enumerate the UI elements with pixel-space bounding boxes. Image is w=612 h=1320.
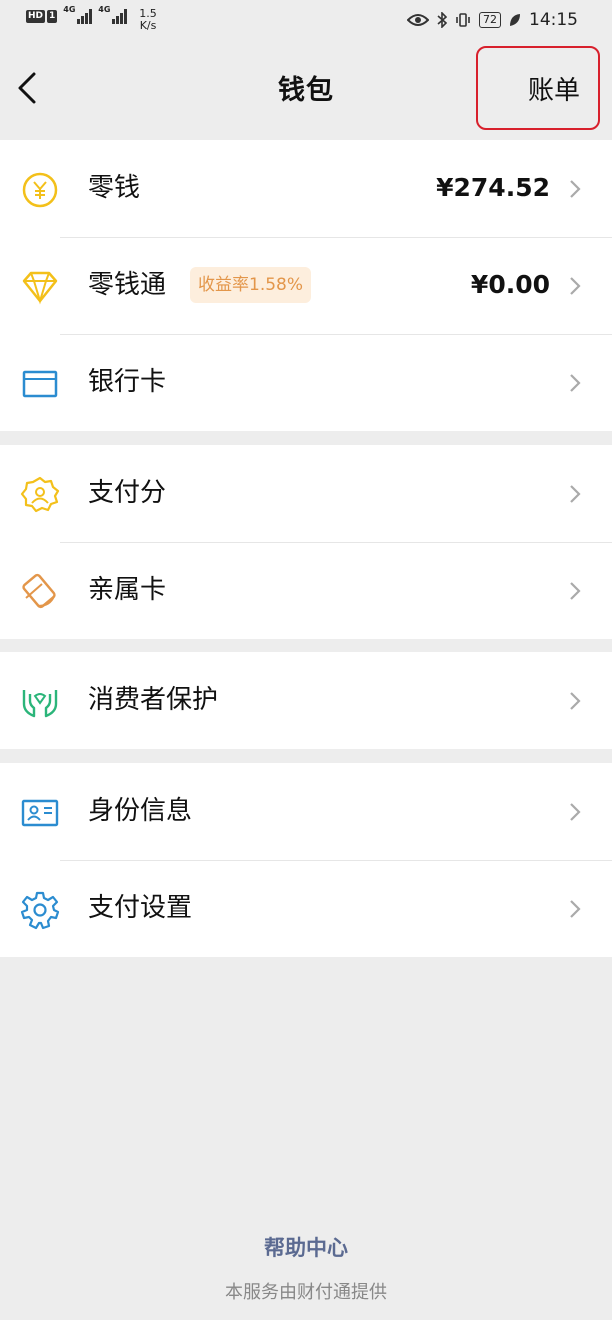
- bluetooth-icon: [437, 12, 447, 28]
- nav-bar: 钱包 账单: [0, 42, 612, 138]
- signal-icon: 4G: [98, 5, 128, 24]
- hd-indicator: HD 1: [26, 10, 58, 23]
- bill-button[interactable]: 账单: [476, 46, 600, 130]
- network-label-2: 4G: [98, 5, 111, 14]
- yuan-coin-icon: [22, 172, 58, 208]
- list-item-change-pass[interactable]: 零钱通 收益率1.58% ¥0.00: [0, 237, 612, 334]
- credit-group: 支付分 亲属卡: [0, 445, 612, 639]
- leaf-icon: [510, 14, 520, 26]
- list-item-consumer-protection[interactable]: 消费者保护: [0, 652, 612, 749]
- balance-group: 零钱 ¥274.52 零钱通 收益率1.58% ¥0.00 银行卡: [0, 140, 612, 431]
- chevron-right-icon: [570, 485, 581, 503]
- list-item-label: 身份信息: [88, 796, 193, 826]
- id-card-icon: [21, 799, 59, 827]
- list-item-label: 零钱通: [88, 270, 167, 300]
- list-item-label: 支付设置: [88, 893, 193, 923]
- list-item-change[interactable]: 零钱 ¥274.52: [0, 140, 612, 237]
- speed-unit: K/s: [139, 19, 157, 32]
- yield-rate-badge: 收益率1.58%: [190, 267, 312, 303]
- chevron-right-icon: [570, 180, 581, 198]
- eye-icon: [407, 14, 429, 26]
- protection-group: 消费者保护: [0, 652, 612, 749]
- list-item-pay-score[interactable]: 支付分: [0, 445, 612, 542]
- family-card-icon: [22, 573, 56, 609]
- pay-score-icon: [20, 476, 60, 513]
- clock: 14:15: [529, 10, 578, 30]
- list-item-payment-settings[interactable]: 支付设置: [0, 860, 612, 957]
- bank-card-icon: [22, 370, 58, 398]
- list-item-bank-card[interactable]: 银行卡: [0, 334, 612, 431]
- vibrate-icon: [456, 13, 470, 27]
- account-group: 身份信息 支付设置: [0, 763, 612, 957]
- list-item-label: 银行卡: [88, 367, 167, 397]
- list-item-identity-info[interactable]: 身份信息: [0, 763, 612, 860]
- settings-gear-icon: [20, 891, 60, 930]
- status-left: HD 1 4G 4G 1.5 K/s: [26, 5, 157, 32]
- chevron-right-icon: [570, 582, 581, 600]
- change-pass-balance: ¥0.00: [470, 270, 550, 299]
- list-item-label: 亲属卡: [88, 575, 167, 605]
- chevron-right-icon: [570, 277, 581, 295]
- chevron-right-icon: [570, 374, 581, 392]
- signal-icon: 4G: [63, 5, 93, 24]
- diamond-icon: [22, 271, 58, 305]
- list-item-label: 支付分: [88, 478, 167, 508]
- change-balance: ¥274.52: [436, 173, 550, 202]
- chevron-right-icon: [570, 900, 581, 918]
- network-speed: 1.5 K/s: [139, 8, 157, 32]
- consumer-protection-icon: [22, 690, 58, 718]
- chevron-right-icon: [570, 803, 581, 821]
- list-item-label: 零钱: [88, 173, 141, 203]
- network-label-1: 4G: [63, 5, 76, 14]
- list-item-label: 消费者保护: [88, 685, 219, 715]
- provider-note: 本服务由财付通提供: [225, 1282, 387, 1303]
- battery-icon: 72: [479, 12, 501, 28]
- status-bar: HD 1 4G 4G 1.5 K/s 72 14:15: [0, 0, 612, 42]
- hd-label: HD: [26, 10, 46, 23]
- status-right: 72 14:15: [407, 10, 578, 30]
- list-item-family-card[interactable]: 亲属卡: [0, 542, 612, 639]
- sim-label: 1: [47, 10, 58, 23]
- chevron-right-icon: [570, 692, 581, 710]
- help-center-link[interactable]: 帮助中心: [0, 1232, 612, 1262]
